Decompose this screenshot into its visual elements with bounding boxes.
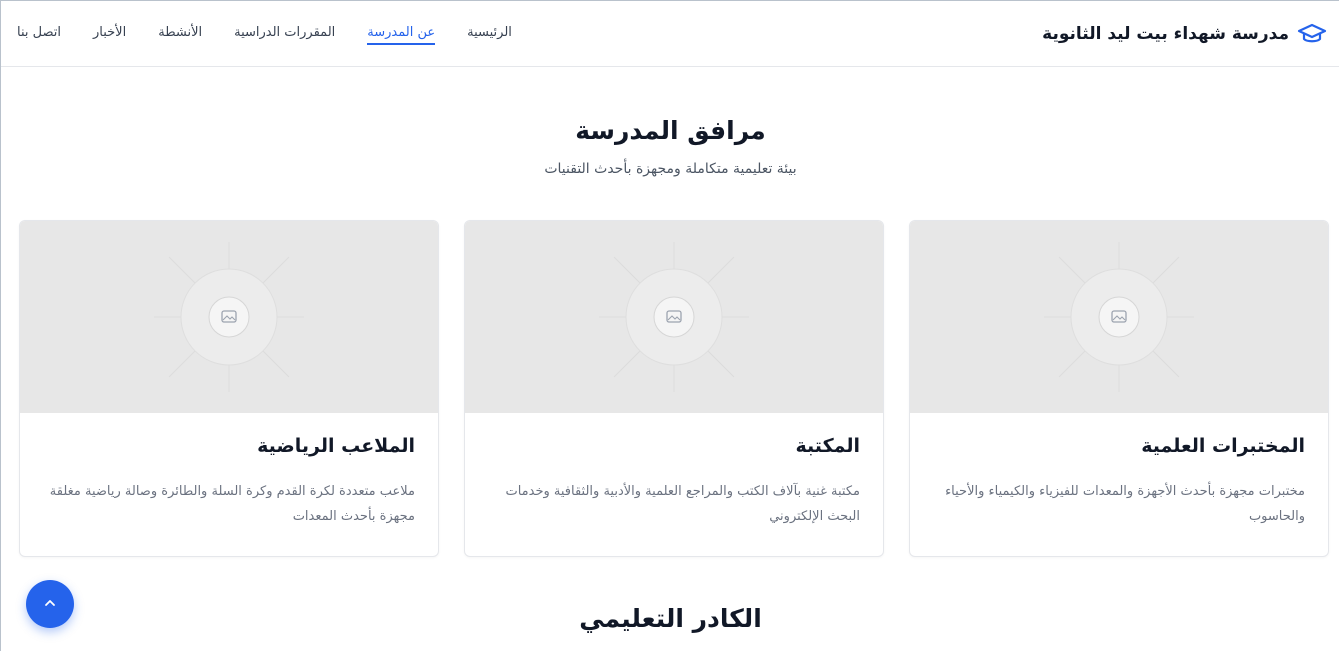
nav-item-contact[interactable]: اتصل بنا bbox=[17, 25, 61, 45]
brand-title: مدرسة شهداء بيت ليد الثانوية bbox=[1042, 23, 1289, 44]
site-header: مدرسة شهداء بيت ليد الثانوية الرئيسية عن… bbox=[1, 1, 1339, 67]
card-title: الملاعب الرياضية bbox=[257, 435, 415, 457]
image-placeholder bbox=[20, 221, 438, 413]
scroll-to-top-button[interactable] bbox=[26, 580, 74, 628]
staff-title: الكادر التعليمي bbox=[579, 604, 762, 633]
card-title: المختبرات العلمية bbox=[1141, 435, 1305, 457]
image-placeholder-icon bbox=[154, 242, 304, 392]
nav-item-activities[interactable]: الأنشطة bbox=[158, 25, 202, 45]
card-description: ملاعب متعددة لكرة القدم وكرة السلة والطا… bbox=[49, 484, 415, 524]
nav-item-courses[interactable]: المقررات الدراسية bbox=[234, 25, 335, 45]
nav-item-about[interactable]: عن المدرسة bbox=[367, 25, 436, 45]
card-description: مختبرات مجهزة بأحدث الأجهزة والمعدات للف… bbox=[945, 484, 1305, 524]
main-nav: الرئيسية عن المدرسة المقررات الدراسية ال… bbox=[17, 24, 512, 45]
chevron-up-icon bbox=[43, 596, 57, 613]
facilities-title: مرافق المدرسة bbox=[575, 116, 766, 145]
graduation-cap-icon bbox=[1297, 23, 1327, 45]
brand[interactable]: مدرسة شهداء بيت ليد الثانوية bbox=[1042, 23, 1327, 45]
facility-card[interactable]: الملاعب الرياضية ملاعب متعددة لكرة القدم… bbox=[19, 220, 439, 557]
nav-item-home[interactable]: الرئيسية bbox=[467, 25, 512, 45]
facilities-subtitle: بيئة تعليمية متكاملة ومجهزة بأحدث التقني… bbox=[544, 161, 797, 177]
nav-item-news[interactable]: الأخبار bbox=[93, 25, 126, 45]
facilities-cards: المختبرات العلمية مختبرات مجهزة بأحدث ال… bbox=[18, 220, 1329, 557]
image-placeholder bbox=[910, 221, 1328, 413]
card-title: المكتبة bbox=[795, 435, 860, 457]
image-placeholder bbox=[465, 221, 883, 413]
facility-card[interactable]: المختبرات العلمية مختبرات مجهزة بأحدث ال… bbox=[909, 220, 1329, 557]
image-placeholder-icon bbox=[1044, 242, 1194, 392]
card-description: مكتبة غنية بآلاف الكتب والمراجع العلمية … bbox=[505, 484, 860, 524]
image-placeholder-icon bbox=[599, 242, 749, 392]
facility-card[interactable]: المكتبة مكتبة غنية بآلاف الكتب والمراجع … bbox=[464, 220, 884, 557]
